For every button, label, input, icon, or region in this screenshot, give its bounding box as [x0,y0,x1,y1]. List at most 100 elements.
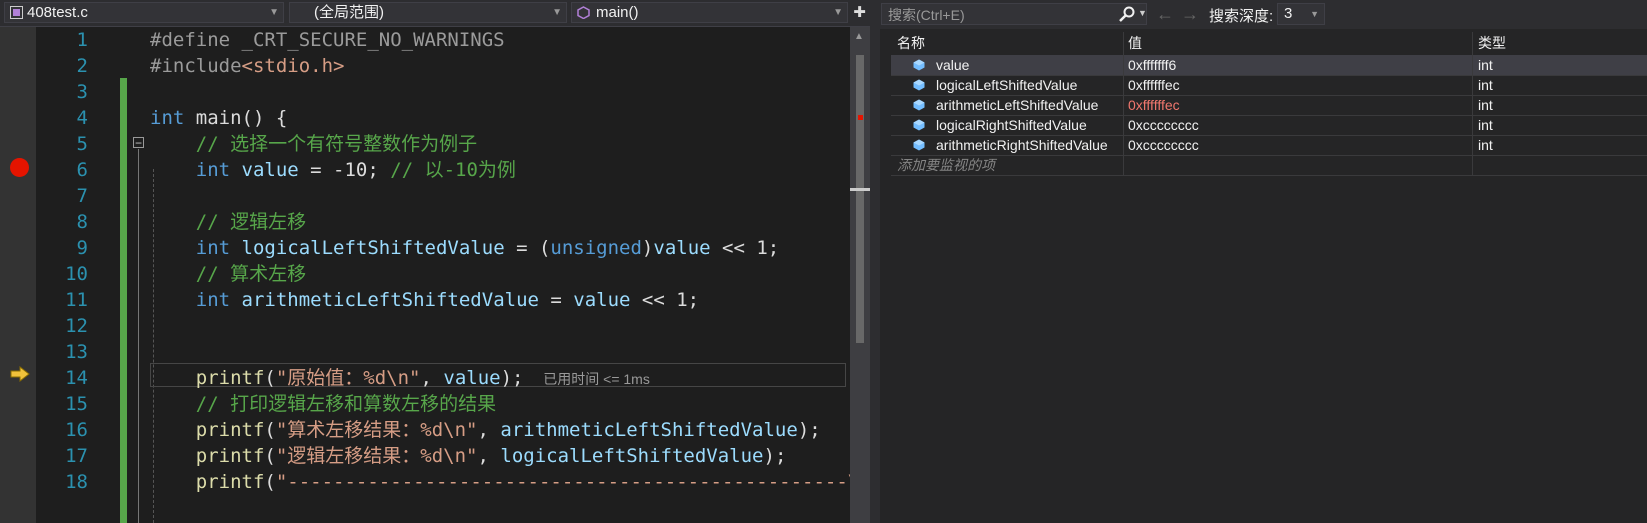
watch-name-cell[interactable]: logicalRightShiftedValue [936,115,1121,135]
code-token: ( [264,471,276,493]
code-token: = ( [504,237,551,259]
line-number: 2 [76,55,88,77]
watch-value-cell[interactable]: 0xcccccccc [1128,115,1468,135]
watch-type-cell[interactable]: int [1478,95,1638,115]
code-token: value [653,237,711,259]
watch-value-cell[interactable]: 0xffffffec [1128,95,1468,115]
editor-navigation-bar: 408test.c ▼ (全局范围) ▼ main() ▼ ✚ [0,0,870,27]
chevron-down-icon: ▼ [833,7,843,18]
code-line[interactable]: int value = -10; // 以-10为例 [150,157,516,183]
code-line[interactable]: printf("算术左移结果：%d\n", arithmeticLeftShif… [150,417,821,443]
caret-position-marker [850,188,870,191]
add-watch-placeholder[interactable]: 添加要监视的项 [897,155,1117,175]
watch-search-box[interactable]: ▼ [881,3,1147,25]
code-token: value [573,289,631,311]
code-token: main() { [184,107,288,129]
watch-type-cell[interactable]: int [1478,75,1638,95]
collapse-icon[interactable]: − [133,137,144,149]
code-token: // 以-10为例 [390,159,516,181]
watch-row[interactable]: arithmeticRightShiftedValue 0xcccccccc int [891,135,1647,156]
editor-vertical-scrollbar[interactable]: ▲ [850,27,870,523]
code-line[interactable]: printf("原始值：%d\n", value); 已用时间 <= 1ms [150,365,650,392]
watch-value-cell[interactable]: 0xcccccccc [1128,135,1468,155]
code-line[interactable]: int logicalLeftShiftedValue = (unsigned)… [150,235,779,261]
watch-row[interactable]: logicalRightShiftedValue 0xcccccccc int [891,115,1647,136]
column-header-value[interactable]: 值 [1128,32,1142,54]
code-token: arithmeticLeftShiftedValue [500,419,798,441]
watch-type-cell[interactable]: int [1478,55,1638,75]
member-dropdown[interactable]: main() ▼ [571,2,848,23]
code-line[interactable]: #include<stdio.h> [150,53,344,79]
code-editor[interactable]: 408test.c ▼ (全局范围) ▼ main() ▼ ✚ 12345678… [0,0,870,523]
watch-search-input[interactable] [886,5,1110,25]
current-statement-arrow-icon [10,366,30,382]
elapsed-time-hint[interactable]: 已用时间 <= 1ms [535,371,650,387]
code-line[interactable]: // 选择一个有符号整数作为例子 [150,131,477,157]
code-token: ( [264,445,276,467]
watch-type-cell[interactable]: int [1478,135,1638,155]
line-number: 3 [76,81,88,103]
code-line[interactable]: int main() { [150,105,287,131]
line-number: 14 [65,367,88,389]
code-token: printf [195,445,265,467]
add-watch-row[interactable]: 添加要监视的项 [891,155,1647,176]
breakpoint-icon[interactable] [10,158,29,177]
column-separator[interactable] [1123,32,1124,176]
chevron-down-icon: ▼ [1310,9,1319,19]
search-depth-dropdown[interactable]: 3 ▼ [1277,3,1325,25]
line-number: 1 [76,29,88,51]
code-token: ) [641,237,654,259]
code-text-area[interactable]: − #define _CRT_SECURE_NO_WARNINGS #includ… [130,27,850,523]
code-token: "原始值：%d\n" [275,367,421,389]
code-line[interactable]: int arithmeticLeftShiftedValue = value <… [150,287,699,313]
line-number: 5 [76,133,88,155]
watch-name-cell[interactable]: logicalLeftShiftedValue [936,75,1121,95]
search-icon[interactable] [1118,6,1136,22]
watch-name-cell[interactable]: arithmeticRightShiftedValue [936,135,1121,155]
variable-icon [913,99,925,111]
code-line[interactable]: // 算术左移 [150,261,306,287]
column-separator[interactable] [1472,32,1473,176]
search-depth-value: 3 [1284,5,1293,22]
code-token: "算术左移结果：%d\n" [275,419,478,441]
code-line[interactable]: printf("逻辑左移结果：%d\n", logicalLeftShifted… [150,443,787,469]
code-line[interactable]: // 打印逻辑左移和算数左移的结果 [150,391,496,417]
c-file-icon [10,6,23,19]
search-forward-icon[interactable]: → [1181,3,1199,25]
watch-row[interactable]: logicalLeftShiftedValue 0xffffffec int [891,75,1647,96]
watch-name-cell[interactable]: value [936,55,1121,75]
line-number: 6 [76,159,88,181]
search-back-icon[interactable]: ← [1156,3,1174,25]
code-token: ); [763,445,787,467]
watch-row[interactable]: arithmeticLeftShiftedValue 0xffffffec int [891,95,1647,116]
watch-value-cell[interactable]: 0xffffffec [1128,75,1468,95]
code-line[interactable]: // 逻辑左移 [150,209,306,235]
code-token: printf [195,471,265,493]
scope-dropdown[interactable]: (全局范围) ▼ [289,2,567,23]
watch-value-cell[interactable]: 0xfffffff6 [1128,55,1468,75]
watch-row[interactable]: value 0xfffffff6 int [891,55,1647,76]
chevron-down-icon[interactable]: ▼ [1138,8,1147,18]
file-dropdown[interactable]: 408test.c ▼ [4,2,284,23]
watch-name-cell[interactable]: arithmeticLeftShiftedValue [936,95,1121,115]
column-header-type[interactable]: 类型 [1478,32,1506,54]
variable-icon [913,79,925,91]
code-line[interactable]: #define _CRT_SECURE_NO_WARNINGS [150,27,505,53]
variable-icon [913,139,925,151]
chevron-down-icon: ▼ [269,7,279,18]
code-token: int [195,237,231,259]
column-header-name[interactable]: 名称 [897,32,925,54]
scroll-up-icon[interactable]: ▲ [854,31,864,42]
file-dropdown-label: 408test.c [27,4,88,21]
code-token: ( [264,367,276,389]
scrollbar-thumb[interactable] [856,55,864,343]
pane-splitter[interactable] [870,0,880,523]
variable-icon [913,59,925,71]
code-line[interactable]: printf("--------------------------------… [150,469,850,495]
watch-type-cell[interactable]: int [1478,115,1638,135]
code-token: , [420,367,444,389]
split-editor-icon[interactable]: ✚ [851,2,868,23]
